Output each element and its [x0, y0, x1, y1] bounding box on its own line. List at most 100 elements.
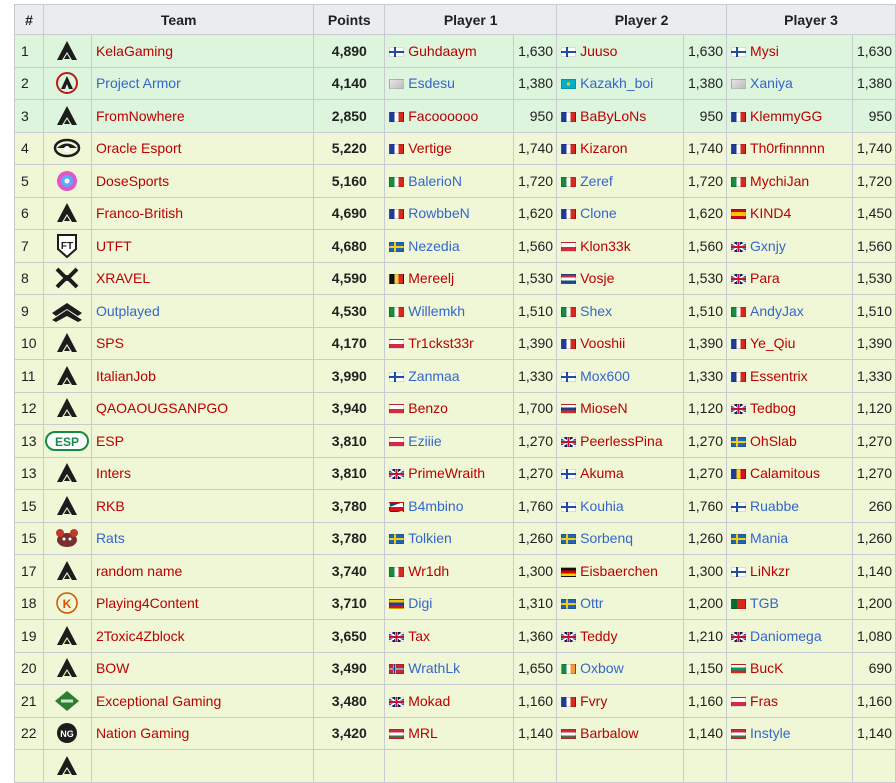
- player-link[interactable]: Vosje: [580, 270, 614, 286]
- team-link[interactable]: Inters: [96, 465, 131, 481]
- player-link[interactable]: Sorbenq: [580, 530, 633, 546]
- player-name-cell: LiNkzr: [726, 554, 853, 588]
- player-link[interactable]: BalerioN: [408, 173, 462, 189]
- player-link[interactable]: Zanmaa: [408, 368, 459, 384]
- player-link[interactable]: PrimeWraith: [408, 465, 485, 481]
- player-link[interactable]: MRL: [408, 725, 438, 741]
- player-link[interactable]: Digi: [408, 595, 432, 611]
- player-link[interactable]: Tr1ckst33r: [408, 335, 474, 351]
- player-link[interactable]: BucK: [750, 660, 783, 676]
- team-link[interactable]: Outplayed: [96, 303, 160, 319]
- header-points[interactable]: Points: [313, 4, 386, 35]
- player-link[interactable]: Calamitous: [750, 465, 820, 481]
- player-link[interactable]: Essentrix: [750, 368, 808, 384]
- team-link[interactable]: ItalianJob: [96, 368, 156, 384]
- player-link[interactable]: MioseN: [580, 400, 627, 416]
- player-link[interactable]: OhSlab: [750, 433, 797, 449]
- player-link[interactable]: Kizaron: [580, 140, 627, 156]
- player-link[interactable]: KlemmyGG: [750, 108, 822, 124]
- player-link[interactable]: RowbbeN: [408, 205, 469, 221]
- player-link[interactable]: Tax: [408, 628, 430, 644]
- player-link[interactable]: LiNkzr: [750, 563, 790, 579]
- player-link[interactable]: Juuso: [580, 43, 617, 59]
- team-link[interactable]: 2Toxic4Zblock: [96, 628, 185, 644]
- player-link[interactable]: Oxbow: [580, 660, 624, 676]
- team-link[interactable]: random name: [96, 563, 182, 579]
- player-link[interactable]: Clone: [580, 205, 617, 221]
- header-player-2[interactable]: Player 2: [556, 4, 728, 35]
- player-link[interactable]: Vertige: [408, 140, 452, 156]
- team-link[interactable]: DoseSports: [96, 173, 169, 189]
- player-link[interactable]: Mokad: [408, 693, 450, 709]
- player-link[interactable]: Benzo: [408, 400, 448, 416]
- team-link[interactable]: UTFT: [96, 238, 132, 254]
- player-link[interactable]: Esdesu: [408, 75, 455, 91]
- team-link[interactable]: Project Armor: [96, 75, 181, 91]
- player-link[interactable]: Tolkien: [408, 530, 452, 546]
- team-link[interactable]: XRAVEL: [96, 270, 150, 286]
- player-link[interactable]: Nezedia: [408, 238, 459, 254]
- player-link[interactable]: Eisbaerchen: [580, 563, 658, 579]
- player-link[interactable]: Zeref: [580, 173, 613, 189]
- team-link[interactable]: Franco-British: [96, 205, 183, 221]
- player-link[interactable]: B4mbino: [408, 498, 463, 514]
- player-link[interactable]: AndyJax: [750, 303, 804, 319]
- player-link[interactable]: Xaniya: [750, 75, 793, 91]
- player-link[interactable]: Gxnjy: [750, 238, 786, 254]
- player-link[interactable]: Eziiie: [408, 433, 441, 449]
- player-link[interactable]: Kouhia: [580, 498, 624, 514]
- player-link[interactable]: BaByLoNs: [580, 108, 646, 124]
- fi-flag-icon: [561, 46, 577, 57]
- team-link[interactable]: RKB: [96, 498, 125, 514]
- team-link[interactable]: ESP: [96, 433, 124, 449]
- team-link[interactable]: FromNowhere: [96, 108, 185, 124]
- team-link[interactable]: BOW: [96, 660, 129, 676]
- team-link[interactable]: Nation Gaming: [96, 725, 189, 741]
- player-link[interactable]: Instyle: [750, 725, 790, 741]
- player-link[interactable]: Barbalow: [580, 725, 638, 741]
- player-link[interactable]: Willemkh: [408, 303, 465, 319]
- player-link[interactable]: Guhdaaym: [408, 43, 476, 59]
- player-link[interactable]: Teddy: [580, 628, 617, 644]
- team-link[interactable]: Playing4Content: [96, 595, 199, 611]
- player-link[interactable]: Daniomega: [750, 628, 822, 644]
- player-points-cell: 1,140: [851, 554, 896, 588]
- header-rank[interactable]: #: [14, 4, 44, 35]
- player-link[interactable]: PeerlessPina: [580, 433, 663, 449]
- player-link[interactable]: Mania: [750, 530, 788, 546]
- player-link[interactable]: Ruabbe: [750, 498, 799, 514]
- player-link[interactable]: Klon33k: [580, 238, 631, 254]
- player-link[interactable]: Vooshii: [580, 335, 625, 351]
- player-link[interactable]: WrathLk: [408, 660, 460, 676]
- team-link[interactable]: QAOAOUGSANPGO: [96, 400, 228, 416]
- player-link[interactable]: Th0rfinnnnn: [750, 140, 825, 156]
- player-name-cell: Klon33k: [556, 229, 684, 263]
- team-link[interactable]: KelaGaming: [96, 43, 173, 59]
- player-link[interactable]: Mox600: [580, 368, 630, 384]
- player-link[interactable]: KIND4: [750, 205, 791, 221]
- player-link[interactable]: Para: [750, 270, 780, 286]
- team-cell: Exceptional Gaming: [90, 684, 315, 718]
- player-link[interactable]: TGB: [750, 595, 779, 611]
- player-link[interactable]: Wr1dh: [408, 563, 449, 579]
- player-link[interactable]: Tedbog: [750, 400, 796, 416]
- player-link[interactable]: Akuma: [580, 465, 624, 481]
- player-link[interactable]: Kazakh_boi: [580, 75, 653, 91]
- team-link[interactable]: SPS: [96, 335, 124, 351]
- team-link[interactable]: Oracle Esport: [96, 140, 182, 156]
- player-link[interactable]: Fras: [750, 693, 778, 709]
- player-link[interactable]: Facoooooo: [408, 108, 478, 124]
- header-player-3[interactable]: Player 3: [726, 4, 896, 35]
- player-link[interactable]: Fvry: [580, 693, 607, 709]
- team-link[interactable]: Rats: [96, 530, 125, 546]
- player-link[interactable]: Ottr: [580, 595, 603, 611]
- header-player-1[interactable]: Player 1: [384, 4, 558, 35]
- player-link[interactable]: Ye_Qiu: [750, 335, 795, 351]
- player-link[interactable]: Mysi: [750, 43, 779, 59]
- player-link[interactable]: Mereelj: [408, 270, 454, 286]
- team-link[interactable]: Exceptional Gaming: [96, 693, 221, 709]
- header-team[interactable]: Team: [42, 4, 315, 35]
- player-link[interactable]: Shex: [580, 303, 612, 319]
- player-link[interactable]: MychiJan: [750, 173, 809, 189]
- se-flag-icon: [561, 599, 577, 610]
